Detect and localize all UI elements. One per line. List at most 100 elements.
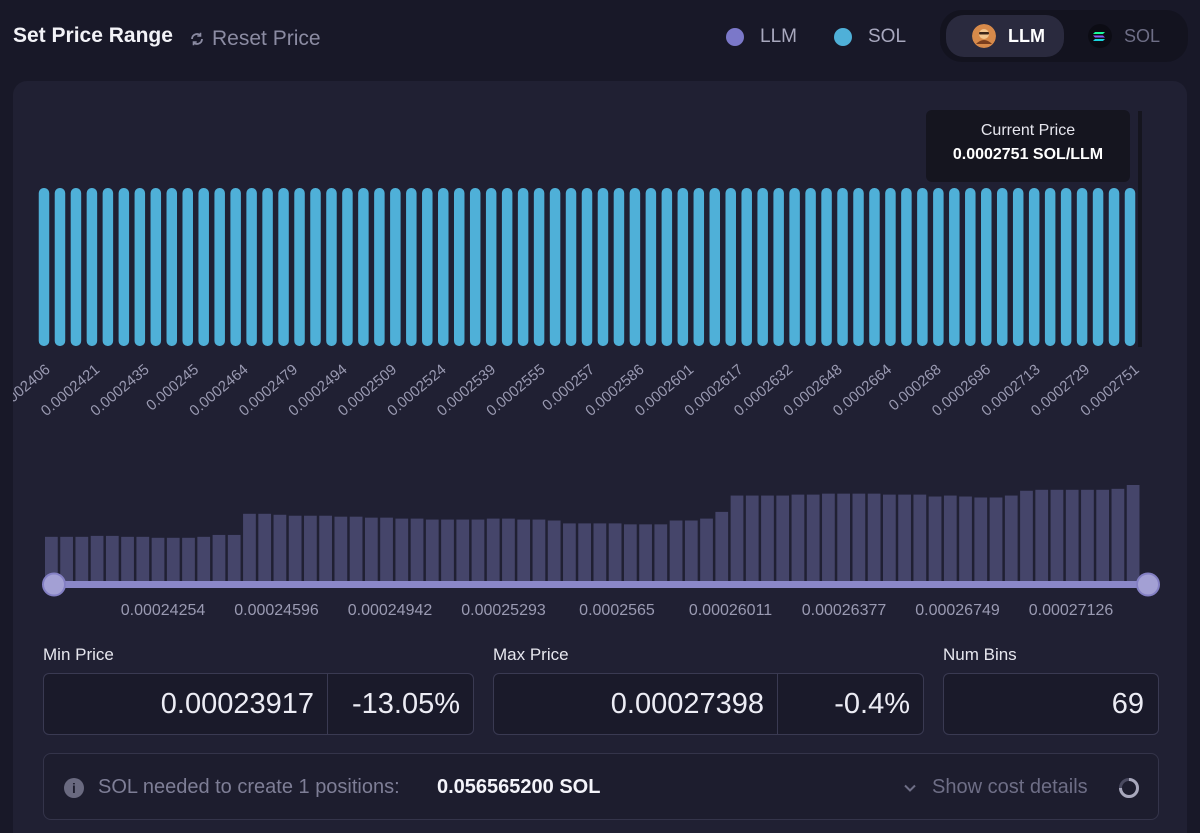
liquidity-bar	[1092, 188, 1104, 346]
liquidity-bar	[469, 188, 481, 346]
liquidity-bar	[645, 188, 657, 346]
num-bins-field: 69	[943, 673, 1159, 735]
slider-tick-label: 0.0002565	[579, 602, 655, 619]
distribution-bar	[334, 516, 348, 581]
distribution-bar	[364, 517, 378, 581]
num-bins-input[interactable]: 69	[944, 674, 1144, 734]
liquidity-bar	[709, 188, 721, 346]
slider-tick-label: 0.00025293	[461, 602, 546, 619]
slider-tick-label: 0.00024596	[234, 602, 319, 619]
page-title: Set Price Range	[13, 24, 173, 47]
max-price-input[interactable]: 0.00027398	[494, 674, 764, 734]
min-price-percent[interactable]: -13.05%	[328, 674, 460, 734]
distribution-bar	[1126, 485, 1140, 581]
toggle-llm-label: LLM	[1008, 25, 1045, 46]
liquidity-bar	[310, 188, 321, 346]
distribution-bar	[928, 496, 942, 581]
distribution-bar	[166, 537, 180, 581]
distribution-bar	[517, 519, 531, 581]
liquidity-bar	[789, 188, 800, 346]
legend-dot-icon	[726, 28, 744, 46]
distribution-bar	[822, 493, 835, 581]
show-cost-details-button[interactable]: Show cost details	[902, 776, 1088, 799]
distribution-bar	[380, 517, 393, 581]
reset-price-button[interactable]: Reset Price	[188, 27, 321, 51]
distribution-bar	[60, 536, 73, 581]
liquidity-bar	[438, 188, 449, 346]
distribution-bar	[913, 494, 927, 581]
liquidity-bar	[1076, 188, 1088, 346]
distribution-bar	[425, 519, 439, 581]
sol-needed-amount: 0.056565200 SOL	[437, 776, 601, 798]
token-toggle: LLM SOL	[940, 10, 1188, 62]
distribution-bar	[441, 519, 454, 581]
distribution-bar	[90, 535, 104, 581]
tooltip-value: 0.0002751 SOL/LLM	[952, 146, 1104, 163]
liquidity-bar	[661, 188, 673, 346]
legend-label: LLM	[760, 26, 797, 47]
llm-token-icon	[972, 24, 996, 48]
distribution-bar	[1004, 495, 1018, 581]
toggle-sol-button[interactable]: SOL	[1066, 15, 1182, 57]
liquidity-bar	[757, 188, 768, 346]
distribution-bar	[943, 495, 957, 581]
distribution-bar	[75, 536, 89, 581]
min-range-handle[interactable]	[42, 572, 66, 597]
distribution-bar	[105, 535, 119, 581]
liquidity-bar	[294, 188, 305, 346]
distribution-bar	[837, 493, 851, 581]
distribution-bar	[197, 536, 211, 581]
show-cost-details-label: Show cost details	[932, 776, 1088, 798]
legend-llm: LLM	[726, 26, 797, 48]
liquidity-bar	[821, 188, 832, 346]
distribution-bar	[547, 520, 561, 581]
distribution-bar	[852, 493, 866, 581]
liquidity-bar	[390, 188, 401, 346]
distribution-bar	[959, 496, 972, 581]
liquidity-bar	[326, 188, 337, 346]
slider-tick-label: 0.00026011	[689, 602, 772, 619]
liquidity-bar	[773, 188, 784, 346]
max-price-percent[interactable]: -0.4%	[778, 674, 910, 734]
liquidity-bar	[677, 188, 689, 346]
legend-sol: SOL	[834, 26, 906, 48]
liquidity-bar	[70, 188, 82, 346]
min-price-input[interactable]: 0.00023917	[44, 674, 314, 734]
distribution-bar	[486, 518, 500, 581]
toggle-llm-button[interactable]: LLM	[946, 15, 1064, 57]
header: Set Price Range Reset Price LLM SOL LLM	[0, 0, 1200, 74]
distribution-bar	[288, 515, 302, 581]
sol-token-icon	[1088, 24, 1112, 48]
liquidity-bar	[805, 188, 816, 346]
slider-tick-label: 0.00024254	[121, 602, 206, 619]
distribution-bar	[502, 518, 515, 581]
liquidity-bar	[485, 188, 497, 346]
liquidity-bar	[118, 188, 130, 346]
range-slider-track	[54, 581, 1149, 588]
liquidity-bar	[981, 188, 992, 346]
distribution-bar	[121, 536, 134, 581]
min-price-label: Min Price	[43, 645, 114, 664]
distribution-bar	[761, 495, 774, 581]
distribution-bar	[319, 515, 332, 581]
num-bins-label: Num Bins	[943, 645, 1017, 664]
distribution-bar	[669, 520, 683, 581]
distribution-bar	[639, 524, 652, 581]
slider-tick-label: 0.00026749	[915, 602, 1000, 619]
liquidity-bar	[501, 188, 513, 346]
distribution-bar	[1111, 488, 1125, 581]
max-range-handle[interactable]	[1136, 572, 1160, 597]
liquidity-bar	[1060, 188, 1072, 346]
distribution-bar	[273, 514, 287, 581]
distribution-bar	[684, 520, 698, 581]
distribution-bar	[349, 516, 363, 581]
distribution-bar	[456, 519, 470, 581]
distribution-bar	[243, 513, 256, 581]
liquidity-bar	[358, 188, 369, 346]
max-price-field: 0.00027398 -0.4%	[493, 673, 924, 735]
liquidity-bar	[613, 188, 625, 346]
liquidity-bar	[166, 188, 178, 346]
distribution-bar	[806, 494, 820, 581]
liquidity-bar	[230, 188, 241, 346]
liquidity-bar	[629, 188, 641, 346]
